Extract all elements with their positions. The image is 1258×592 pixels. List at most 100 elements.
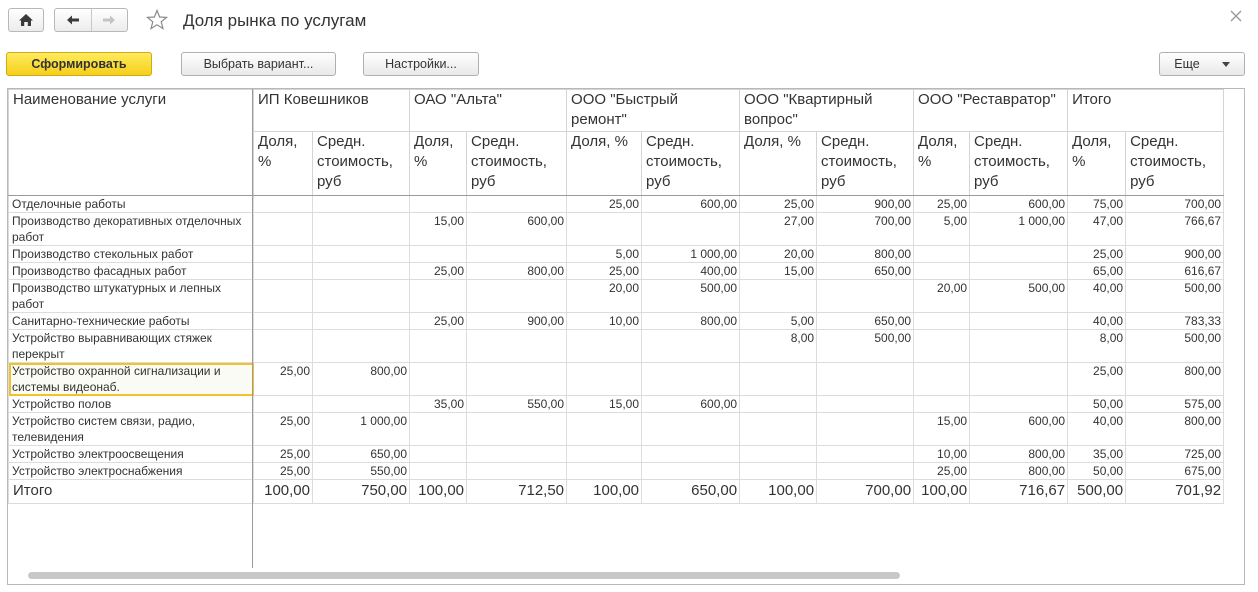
share-cell[interactable] — [739, 362, 818, 396]
service-name-cell[interactable]: Производство декоративных отделочных раб… — [8, 212, 254, 246]
avg-cost-cell[interactable] — [969, 329, 1069, 363]
scrollbar-thumb[interactable] — [28, 572, 900, 579]
avg-cost-cell[interactable]: 1 000,00 — [641, 245, 741, 263]
avg-cost-cell[interactable]: 900,00 — [466, 312, 568, 330]
avg-cost-cell[interactable] — [969, 262, 1069, 280]
total-avg-cost-cell[interactable]: 701,92 — [1125, 479, 1225, 504]
share-cell[interactable] — [566, 445, 643, 463]
table-row[interactable]: Производство декоративных отделочных раб… — [8, 212, 1225, 246]
more-menu-button[interactable]: Еще — [1159, 52, 1245, 76]
share-cell[interactable] — [409, 279, 468, 313]
avg-cost-cell[interactable] — [466, 279, 568, 313]
avg-cost-cell[interactable]: 800,00 — [1125, 362, 1225, 396]
share-cell[interactable]: 35,00 — [1067, 445, 1127, 463]
share-cell[interactable]: 8,00 — [739, 329, 818, 363]
total-avg-cost-cell[interactable]: 750,00 — [311, 479, 411, 504]
share-cell[interactable]: 40,00 — [1067, 412, 1127, 446]
avg-cost-cell[interactable]: 700,00 — [1125, 195, 1225, 213]
share-cell[interactable] — [253, 312, 313, 330]
share-cell[interactable] — [913, 395, 971, 413]
share-cell[interactable]: 25,00 — [253, 462, 313, 480]
report-area[interactable]: Наименование услуги ИП Ковешников ОАО "Ал… — [7, 88, 1245, 585]
avg-cost-cell[interactable] — [816, 412, 915, 446]
service-name-cell[interactable]: Устройство выравнивающих стяжек перекрыт — [8, 329, 254, 363]
total-avg-cost-cell[interactable]: 650,00 — [641, 479, 741, 504]
avg-cost-cell[interactable]: 800,00 — [969, 445, 1069, 463]
share-cell[interactable] — [253, 212, 313, 246]
share-cell[interactable]: 25,00 — [566, 195, 643, 213]
avg-cost-cell[interactable] — [816, 395, 915, 413]
service-name-cell[interactable]: Устройство полов — [8, 395, 254, 413]
service-name-cell[interactable]: Санитарно-технические работы — [8, 312, 254, 330]
avg-cost-cell[interactable]: 800,00 — [311, 362, 411, 396]
avg-cost-cell[interactable] — [311, 312, 411, 330]
share-cell[interactable] — [913, 312, 971, 330]
home-button[interactable] — [8, 8, 44, 32]
total-share-cell[interactable]: 500,00 — [1067, 479, 1127, 504]
share-cell[interactable] — [253, 195, 313, 213]
avg-cost-cell[interactable]: 766,67 — [1125, 212, 1225, 246]
avg-cost-cell[interactable] — [466, 245, 568, 263]
service-name-cell[interactable]: Производство штукатурных и лепных работ — [8, 279, 254, 313]
avg-cost-cell[interactable]: 400,00 — [641, 262, 741, 280]
avg-cost-cell[interactable]: 550,00 — [466, 395, 568, 413]
share-cell[interactable]: 35,00 — [409, 395, 468, 413]
avg-cost-cell[interactable]: 600,00 — [969, 195, 1069, 213]
share-cell[interactable] — [739, 445, 818, 463]
avg-cost-cell[interactable] — [311, 212, 411, 246]
share-cell[interactable] — [739, 462, 818, 480]
share-cell[interactable] — [739, 412, 818, 446]
service-name-cell[interactable]: Устройство электроосвещения — [8, 445, 254, 463]
forward-button[interactable] — [90, 9, 128, 31]
share-cell[interactable] — [913, 262, 971, 280]
share-cell[interactable]: 25,00 — [253, 362, 313, 396]
service-name-cell[interactable]: Устройство охранной сигнализации и систе… — [8, 362, 254, 396]
avg-cost-cell[interactable]: 500,00 — [1125, 279, 1225, 313]
avg-cost-cell[interactable]: 650,00 — [816, 262, 915, 280]
share-cell[interactable] — [566, 362, 643, 396]
share-cell[interactable] — [409, 195, 468, 213]
share-cell[interactable]: 25,00 — [409, 262, 468, 280]
avg-cost-cell[interactable] — [969, 362, 1069, 396]
avg-cost-cell[interactable] — [311, 329, 411, 363]
service-name-cell[interactable]: Устройство электроснабжения — [8, 462, 254, 480]
share-cell[interactable]: 25,00 — [1067, 245, 1127, 263]
avg-cost-cell[interactable] — [466, 195, 568, 213]
share-cell[interactable]: 50,00 — [1067, 395, 1127, 413]
close-icon[interactable] — [1228, 8, 1244, 24]
table-row[interactable]: Производство стекольных работ 5,00 1 000,0… — [8, 245, 1225, 263]
share-cell[interactable]: 15,00 — [409, 212, 468, 246]
table-row[interactable]: Устройство электроснабжения 25,00 550,00 25… — [8, 462, 1225, 480]
service-name-cell[interactable]: Производство фасадных работ — [8, 262, 254, 280]
share-cell[interactable]: 5,00 — [566, 245, 643, 263]
avg-cost-cell[interactable] — [311, 395, 411, 413]
table-row[interactable]: Устройство полов 35,00 550,00 15,00 600,00 50… — [8, 395, 1225, 413]
share-cell[interactable] — [253, 262, 313, 280]
share-cell[interactable]: 20,00 — [566, 279, 643, 313]
avg-cost-cell[interactable] — [969, 245, 1069, 263]
avg-cost-cell[interactable]: 600,00 — [969, 412, 1069, 446]
avg-cost-cell[interactable] — [969, 312, 1069, 330]
share-cell[interactable]: 10,00 — [566, 312, 643, 330]
generate-button[interactable]: Сформировать — [6, 52, 152, 76]
avg-cost-cell[interactable]: 900,00 — [816, 195, 915, 213]
avg-cost-cell[interactable] — [969, 395, 1069, 413]
avg-cost-cell[interactable]: 650,00 — [311, 445, 411, 463]
avg-cost-cell[interactable]: 600,00 — [641, 395, 741, 413]
avg-cost-cell[interactable]: 650,00 — [816, 312, 915, 330]
avg-cost-cell[interactable]: 1 000,00 — [969, 212, 1069, 246]
avg-cost-cell[interactable]: 800,00 — [466, 262, 568, 280]
avg-cost-cell[interactable]: 900,00 — [1125, 245, 1225, 263]
table-row[interactable]: Санитарно-технические работы 25,00 900,00 1… — [8, 312, 1225, 330]
share-cell[interactable] — [409, 412, 468, 446]
avg-cost-cell[interactable]: 700,00 — [816, 212, 915, 246]
share-cell[interactable] — [253, 329, 313, 363]
avg-cost-cell[interactable]: 800,00 — [969, 462, 1069, 480]
share-cell[interactable] — [913, 362, 971, 396]
avg-cost-cell[interactable] — [816, 362, 915, 396]
avg-cost-cell[interactable] — [466, 445, 568, 463]
avg-cost-cell[interactable] — [641, 362, 741, 396]
share-cell[interactable]: 15,00 — [913, 412, 971, 446]
share-cell[interactable]: 25,00 — [739, 195, 818, 213]
share-cell[interactable]: 50,00 — [1067, 462, 1127, 480]
